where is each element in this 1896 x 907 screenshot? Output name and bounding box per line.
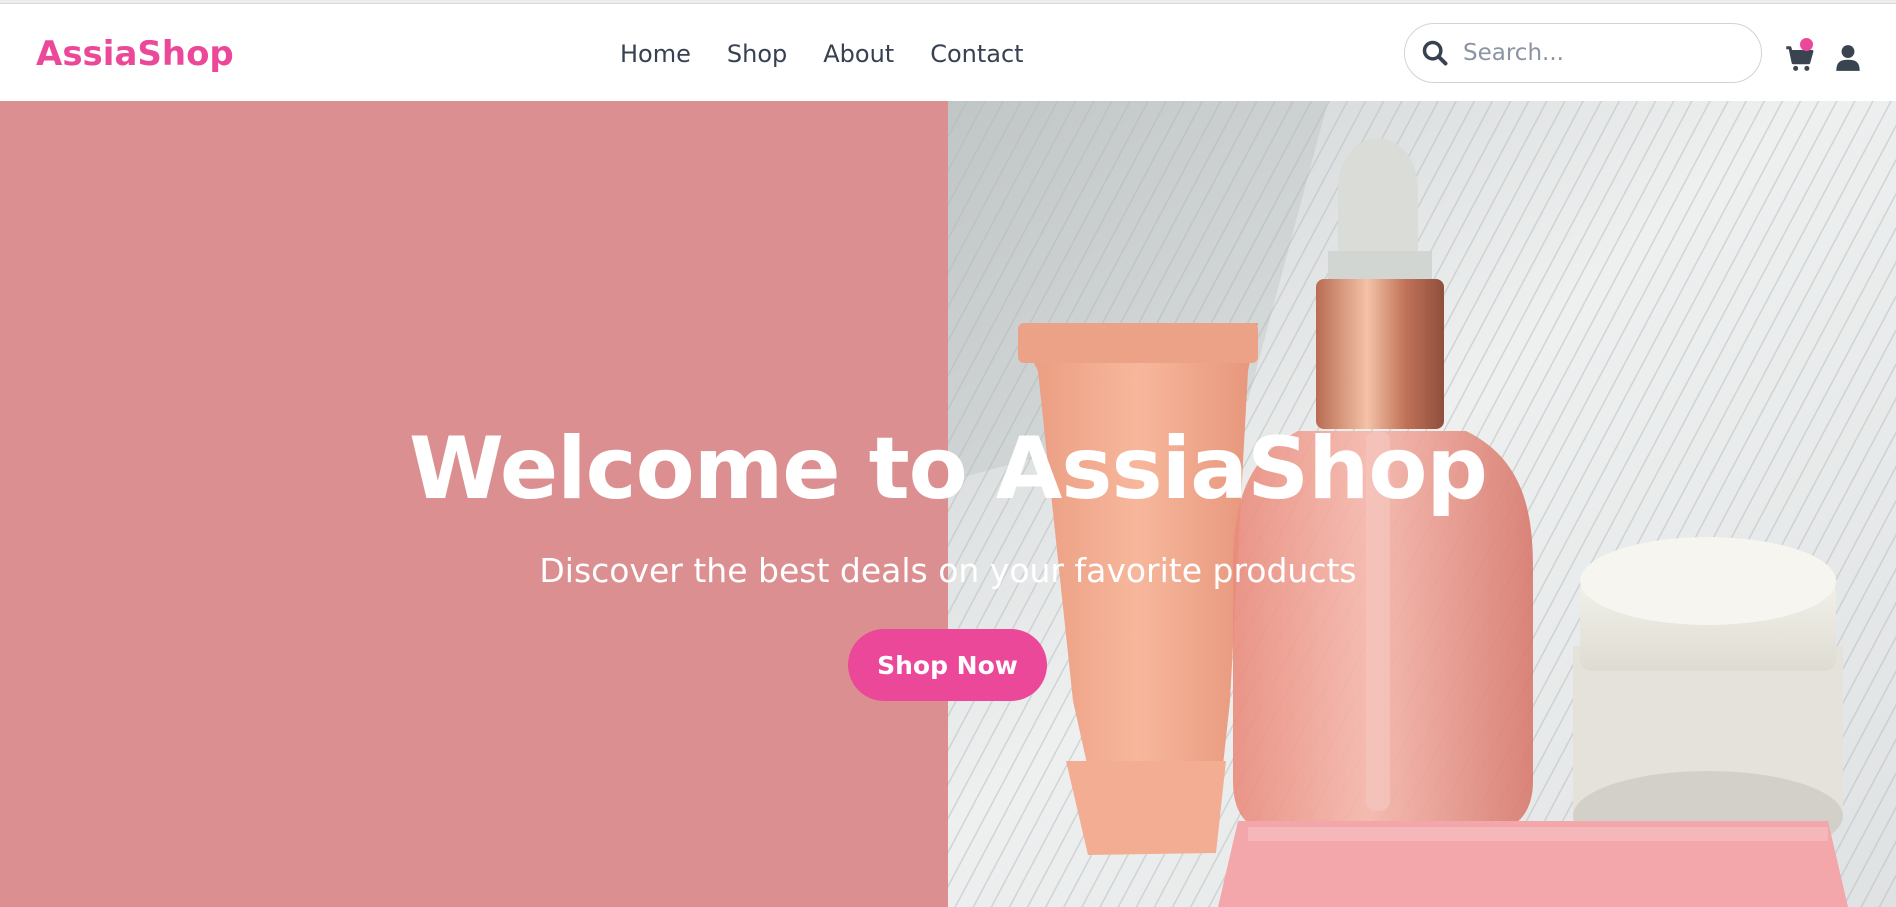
hero-section: Welcome to AssiaShop Discover the best d… <box>0 101 1896 907</box>
cart-badge <box>1800 38 1813 51</box>
nav-links: Home Shop About Contact <box>620 40 1024 68</box>
shop-now-button[interactable]: Shop Now <box>848 629 1047 701</box>
hero-subtitle: Discover the best deals on your favorite… <box>539 551 1357 590</box>
nav-link-contact[interactable]: Contact <box>930 40 1023 68</box>
nav-link-shop[interactable]: Shop <box>727 40 787 68</box>
user-icon[interactable] <box>1836 44 1860 72</box>
nav-link-home[interactable]: Home <box>620 40 691 68</box>
nav-link-about[interactable]: About <box>823 40 894 68</box>
search-input[interactable] <box>1463 40 1743 66</box>
search-icon <box>1422 40 1448 66</box>
navbar: AssiaShop Home Shop About Contact <box>0 4 1896 101</box>
brand-logo[interactable]: AssiaShop <box>36 34 234 74</box>
hero-title: Welcome to AssiaShop <box>409 419 1488 519</box>
search-box[interactable] <box>1404 23 1762 83</box>
